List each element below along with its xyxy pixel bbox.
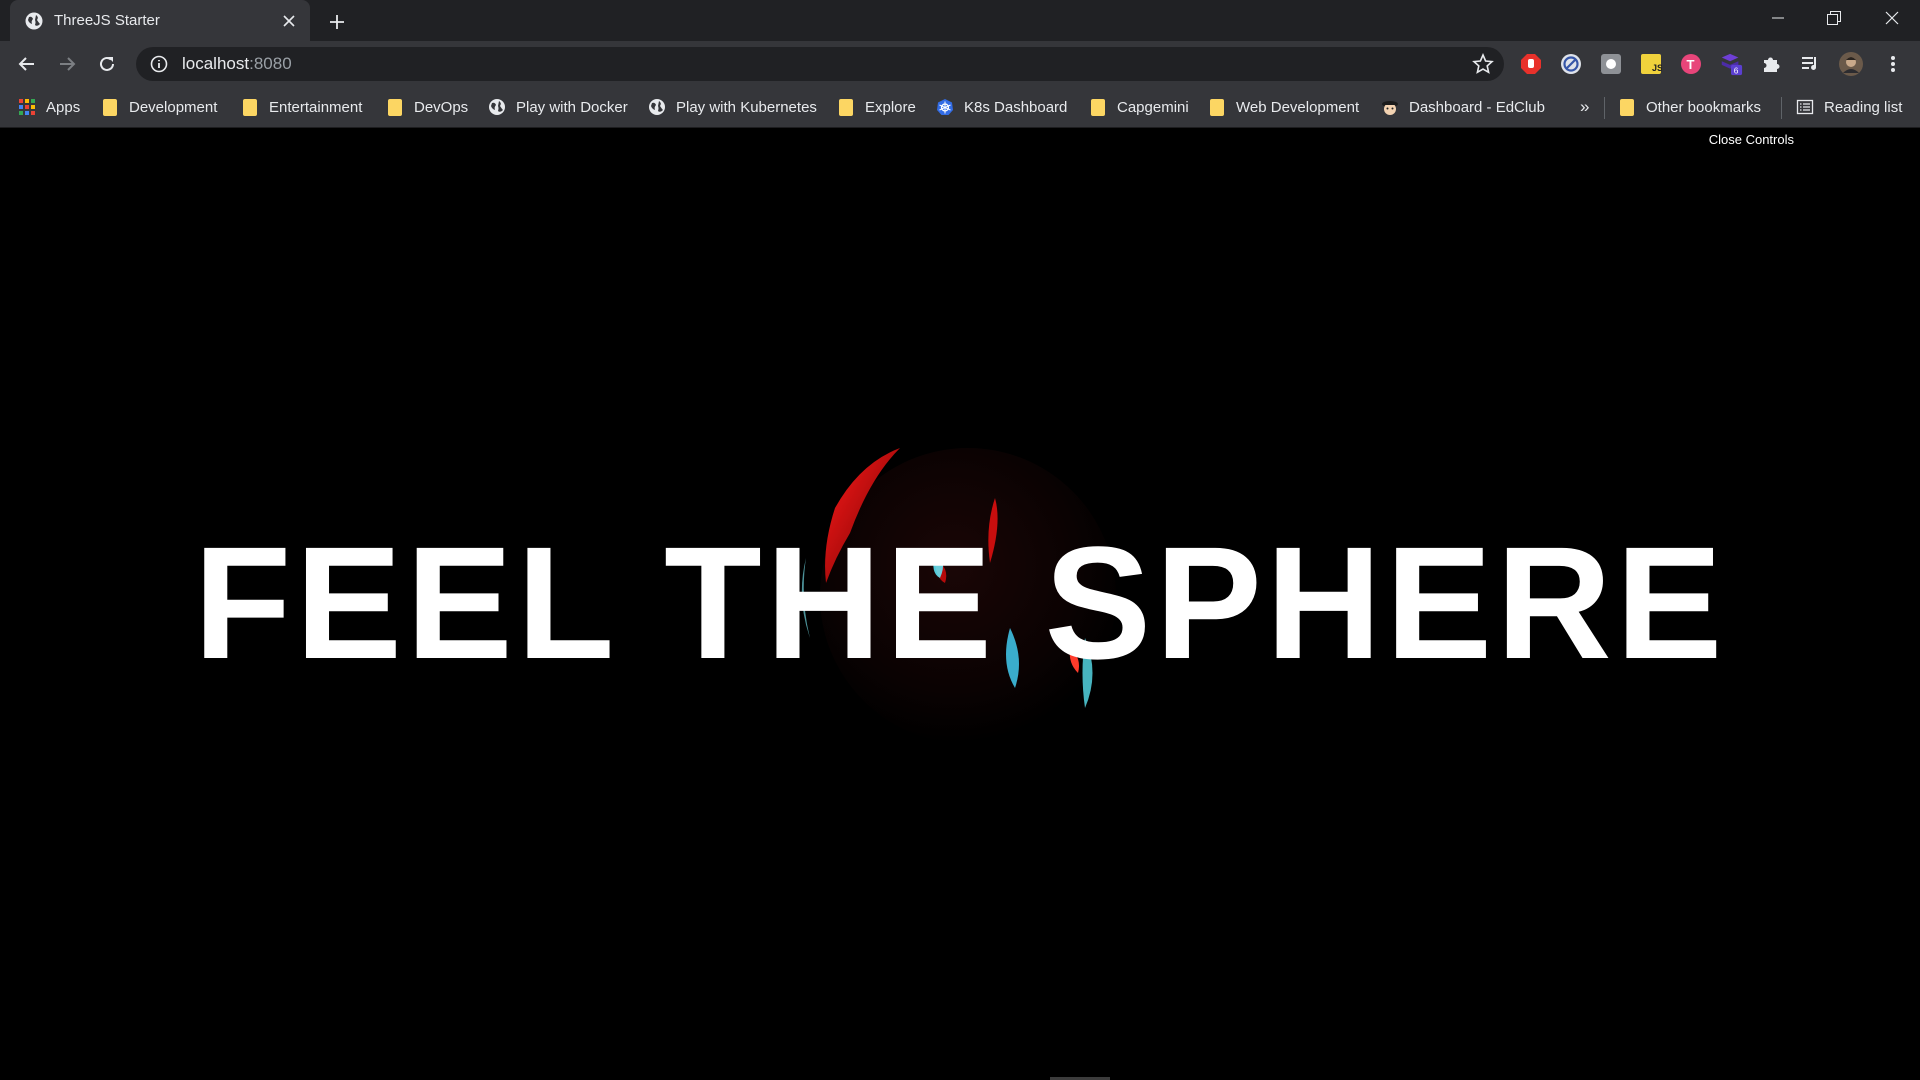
new-tab-button[interactable] bbox=[323, 8, 351, 36]
reading-list-button[interactable]: Reading list bbox=[1796, 87, 1902, 127]
extension-badge: 6 bbox=[1734, 66, 1739, 76]
back-button[interactable] bbox=[11, 48, 43, 80]
bookmark-k8s-dashboard[interactable]: K8s Dashboard bbox=[936, 87, 1067, 127]
svg-text:T: T bbox=[1687, 57, 1695, 72]
globe-icon bbox=[25, 12, 43, 29]
bookmark-folder-entertainment[interactable]: Entertainment bbox=[243, 87, 362, 127]
collections-extension-icon[interactable]: 6 bbox=[1719, 52, 1743, 76]
tab-active[interactable]: ThreeJS Starter bbox=[10, 0, 310, 41]
restore-button[interactable] bbox=[1806, 0, 1862, 36]
bookmark-label: Apps bbox=[46, 98, 81, 116]
bookmark-label: Entertainment bbox=[269, 98, 363, 116]
bookmark-label: Capgemini bbox=[1117, 98, 1189, 116]
bookmark-label: Play with Kubernetes bbox=[676, 98, 817, 116]
title-bar: ThreeJS Starter bbox=[0, 0, 1920, 41]
folder-icon bbox=[388, 98, 402, 116]
info-icon[interactable] bbox=[150, 55, 168, 73]
bookmark-dashboard-edclub[interactable]: Dashboard - EdClub bbox=[1381, 87, 1545, 127]
toolbar: localhost:8080 JS T 6 bbox=[0, 41, 1920, 87]
privacy-extension-icon[interactable] bbox=[1559, 52, 1583, 76]
kubernetes-icon bbox=[937, 99, 953, 115]
restore-icon bbox=[1827, 11, 1841, 25]
page-viewport: FEEL THE SPHERE Close Controls bbox=[0, 128, 1920, 1080]
bookmark-play-with-kubernetes[interactable]: Play with Kubernetes bbox=[648, 87, 817, 127]
folder-icon bbox=[1210, 98, 1224, 116]
reload-button[interactable] bbox=[91, 48, 123, 80]
globe-icon bbox=[649, 99, 665, 115]
folder-icon bbox=[243, 98, 257, 116]
bookmark-label: DevOps bbox=[414, 98, 469, 116]
minimize-icon bbox=[1772, 17, 1784, 19]
bookmark-folder-devops[interactable]: DevOps bbox=[388, 87, 468, 127]
bookmark-label: Play with Docker bbox=[516, 98, 628, 116]
bookmark-play-with-docker[interactable]: Play with Docker bbox=[488, 87, 628, 127]
bookmark-label: Dashboard - EdClub bbox=[1409, 98, 1545, 116]
apps-grid-icon bbox=[19, 99, 35, 115]
reading-list-icon bbox=[1796, 99, 1814, 115]
bookmark-folder-web-development[interactable]: Web Development bbox=[1210, 87, 1359, 127]
bookmark-folder-capgemini[interactable]: Capgemini bbox=[1091, 87, 1189, 127]
bookmark-label: K8s Dashboard bbox=[964, 98, 1068, 116]
url-port: :8080 bbox=[249, 54, 292, 73]
hero-headline: FEEL THE SPHERE bbox=[193, 513, 1727, 692]
tab-title: ThreeJS Starter bbox=[54, 12, 160, 29]
screenshot-extension-icon[interactable] bbox=[1599, 52, 1623, 76]
bookmark-apps[interactable]: Apps bbox=[18, 87, 80, 127]
overflow-chevron-icon: » bbox=[1580, 97, 1590, 116]
reading-list-label: Reading list bbox=[1824, 98, 1903, 116]
media-controls-icon[interactable] bbox=[1799, 52, 1823, 76]
bookmark-label: Development bbox=[129, 98, 218, 116]
minimize-button[interactable] bbox=[1750, 0, 1806, 36]
bookmarks-divider bbox=[1604, 97, 1605, 119]
bookmarks-bar: Apps Development Entertainment DevOps Pl… bbox=[0, 87, 1920, 128]
profile-avatar-icon[interactable] bbox=[1839, 52, 1863, 76]
close-tab-icon[interactable] bbox=[278, 10, 300, 32]
folder-icon bbox=[103, 98, 117, 116]
bookmark-folder-development[interactable]: Development bbox=[103, 87, 217, 127]
folder-icon bbox=[1620, 98, 1634, 116]
reload-icon bbox=[100, 56, 114, 71]
bookmark-label: Web Development bbox=[1236, 98, 1360, 116]
close-controls-button[interactable]: Close Controls bbox=[1709, 132, 1794, 147]
puzzle-extensions-icon[interactable] bbox=[1759, 52, 1783, 76]
close-icon bbox=[1885, 11, 1899, 25]
bookmarks-overflow-button[interactable]: » bbox=[1580, 87, 1589, 127]
edclub-icon bbox=[1382, 101, 1398, 115]
bookmarks-divider bbox=[1781, 97, 1782, 119]
folder-icon bbox=[1091, 98, 1105, 116]
bookmark-folder-explore[interactable]: Explore bbox=[839, 87, 916, 127]
globe-icon bbox=[489, 99, 505, 115]
bookmark-label: Other bookmarks bbox=[1646, 98, 1762, 116]
translate-extension-icon[interactable]: T bbox=[1679, 52, 1703, 76]
url-host: localhost bbox=[182, 54, 250, 73]
close-window-button[interactable] bbox=[1864, 0, 1920, 36]
js-extension-icon[interactable]: JS bbox=[1639, 52, 1663, 76]
forward-button[interactable] bbox=[51, 48, 83, 80]
bookmark-other-bookmarks[interactable]: Other bookmarks bbox=[1620, 87, 1761, 127]
kebab-menu-icon[interactable] bbox=[1881, 52, 1905, 76]
address-bar[interactable]: localhost:8080 bbox=[136, 47, 1504, 81]
browser-window: ThreeJS Starter localhost:8080 JS T 6 A… bbox=[0, 0, 1920, 1080]
plus-icon bbox=[330, 15, 344, 29]
arrow-left-icon bbox=[18, 57, 34, 71]
svg-text:JS: JS bbox=[1652, 63, 1662, 73]
arrow-right-icon bbox=[60, 57, 76, 71]
folder-icon bbox=[839, 98, 853, 116]
adblock-extension-icon[interactable] bbox=[1519, 52, 1543, 76]
bookmark-star-icon[interactable] bbox=[1472, 53, 1494, 75]
bookmark-label: Explore bbox=[865, 98, 916, 116]
